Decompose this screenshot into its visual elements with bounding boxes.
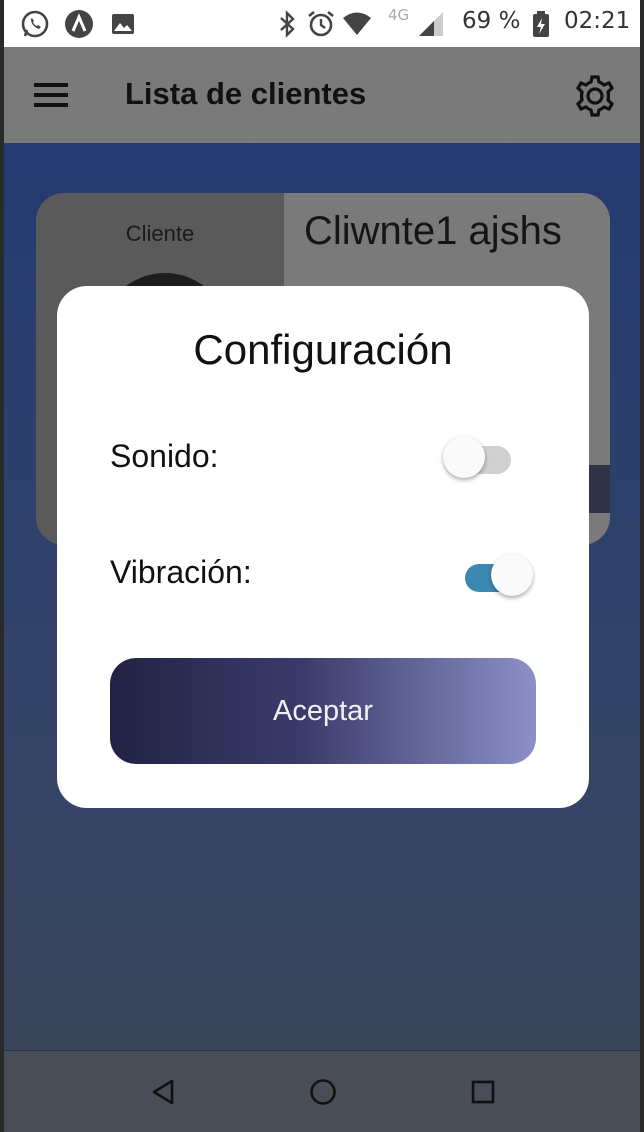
hamburger-menu-icon[interactable] [34,81,68,109]
image-icon [112,14,134,34]
screen: 4G 69 % 02:21 Lista de clientes Cliente … [4,0,640,1132]
navigation-bar [4,1050,640,1132]
home-icon[interactable] [308,1077,338,1107]
app-a-icon [65,10,93,38]
accept-button[interactable]: Aceptar [110,658,536,764]
vibration-label: Vibración: [110,554,252,590]
back-icon[interactable] [148,1077,178,1107]
page-title: Lista de clientes [125,76,367,111]
battery-icon [533,11,549,37]
whatsapp-icon [21,10,49,38]
sound-toggle-knob [443,436,485,478]
gear-icon[interactable] [572,73,618,119]
settings-dialog: Configuración Sonido: Vibración: Aceptar [57,286,589,808]
sound-toggle[interactable] [443,432,517,480]
dialog-title: Configuración [193,326,453,373]
client-caption: Cliente [125,221,195,246]
bluetooth-icon [280,10,295,38]
client-name: Cliwnte1 ajshs [304,209,562,253]
recents-icon[interactable] [468,1077,498,1107]
status-bar: 4G 69 % 02:21 [4,0,640,47]
alarm-icon [308,10,334,37]
wifi-icon [343,12,371,35]
network-type: 4G [388,6,410,24]
vibration-toggle[interactable] [459,550,533,598]
sound-label: Sonido: [110,438,219,474]
vibration-toggle-knob [491,554,533,596]
app-bar: Lista de clientes [4,47,640,143]
signal-icon [419,12,443,36]
battery-percent: 69 % [462,8,521,34]
clock: 02:21 [564,8,631,34]
